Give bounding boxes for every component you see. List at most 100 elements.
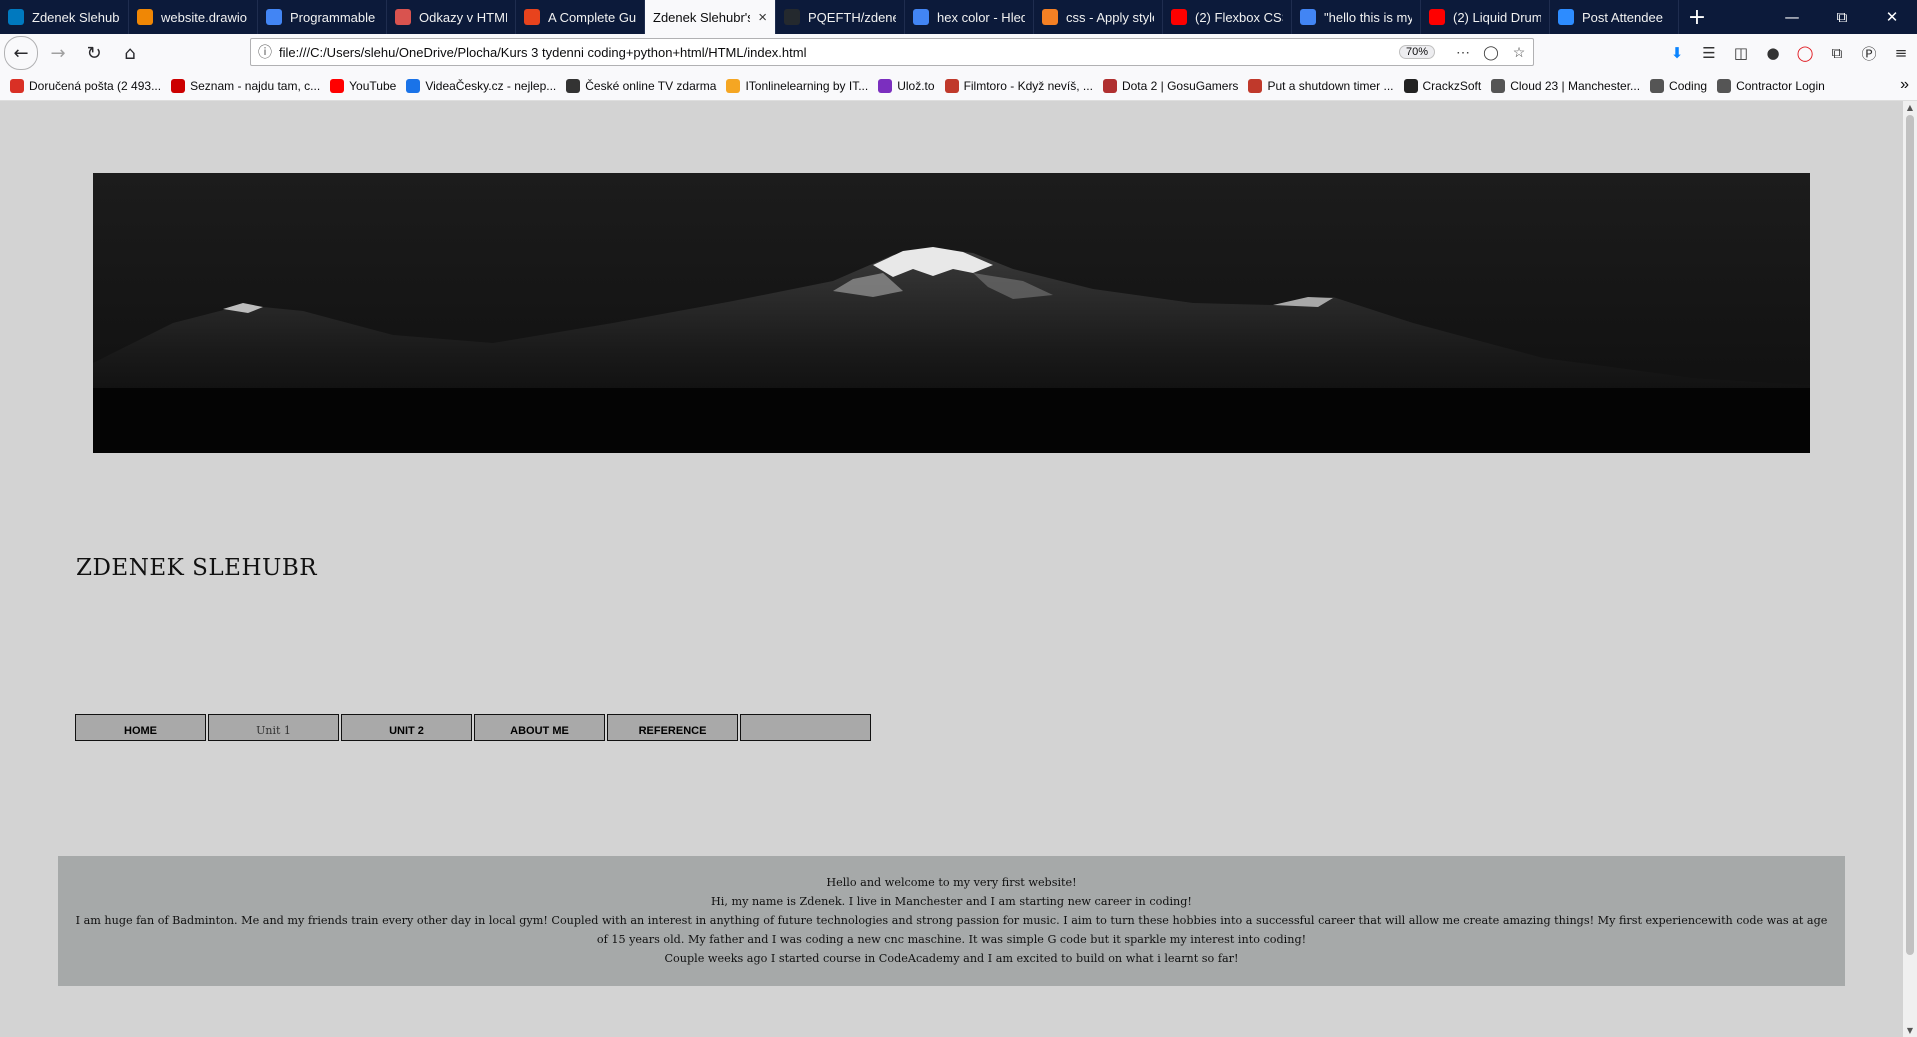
tab-6[interactable]: PQEFTH/zdenek: [776, 0, 905, 34]
bookmark-item[interactable]: YouTube: [330, 79, 396, 93]
home-button[interactable]: ⌂: [114, 37, 146, 69]
pocket-icon[interactable]: ◯: [1477, 44, 1505, 61]
intro-paragraph: Couple weeks ago I started course in Cod…: [664, 952, 1239, 965]
menu-item-5[interactable]: [740, 714, 871, 741]
bookmark-item[interactable]: VideaČesky.cz - nejlep...: [406, 79, 556, 93]
bookmark-item[interactable]: Seznam - najdu tam, c...: [171, 79, 320, 93]
close-window-icon[interactable]: ✕: [1867, 0, 1917, 34]
url-text[interactable]: file:///C:/Users/slehu/OneDrive/Plocha/K…: [279, 45, 1399, 60]
tab-label: A Complete Guid: [548, 9, 636, 25]
bookmark-star-icon[interactable]: ☆: [1505, 44, 1533, 61]
window-controls: — ⧉ ✕: [1767, 0, 1917, 34]
pinterest-icon[interactable]: Ⓟ: [1853, 37, 1885, 69]
tab-5[interactable]: Zdenek Slehubr's ×: [645, 0, 776, 34]
tab-label: Odkazy v HTML: [419, 9, 507, 25]
scroll-down-icon[interactable]: ▼: [1903, 1026, 1917, 1035]
tab-7[interactable]: hex color - Hled: [905, 0, 1034, 34]
menu-icon[interactable]: ≡: [1885, 37, 1917, 69]
new-tab-button[interactable]: +: [1679, 0, 1715, 34]
tab-label: Zdenek Slehubr's: [653, 9, 751, 25]
scrollbar[interactable]: ▲ ▼: [1903, 101, 1917, 1037]
menu-item-1[interactable]: Unit 1: [208, 714, 339, 741]
bookmarks-bar: Doručená pošta (2 493... Seznam - najdu t…: [0, 72, 1917, 101]
tab-0[interactable]: Zdenek Slehubr: [0, 0, 129, 34]
tab-label: (2) Liquid Drum: [1453, 9, 1541, 25]
tab-12[interactable]: Post Attendee: [1550, 0, 1679, 34]
tab-label: Zdenek Slehubr: [32, 9, 120, 25]
bookmark-item[interactable]: Dota 2 | GosuGamers: [1102, 79, 1239, 93]
tab-8[interactable]: css - Apply style: [1034, 0, 1163, 34]
globe-icon: [1717, 79, 1732, 93]
tab-11[interactable]: (2) Liquid Drum: [1421, 0, 1550, 34]
reload-button[interactable]: ↻: [78, 37, 110, 69]
close-tab-icon[interactable]: ×: [758, 9, 767, 26]
url-bar[interactable]: ⓘ file:///C:/Users/slehu/OneDrive/Plocha…: [250, 38, 1534, 66]
tab-9[interactable]: (2) Flexbox CSS: [1163, 0, 1292, 34]
restore-icon[interactable]: ⧉: [1817, 0, 1867, 34]
stackoverflow-icon: [1042, 9, 1058, 25]
tab-list: Zdenek Slehubr website.drawio Programmable…: [0, 0, 1679, 34]
tab-label: website.drawio: [161, 9, 247, 25]
sidebar-icon[interactable]: ◫: [1725, 37, 1757, 69]
library-icon[interactable]: ☰: [1693, 37, 1725, 69]
bookmark-label: Seznam - najdu tam, c...: [190, 79, 321, 93]
bookmark-label: Coding: [1669, 79, 1708, 93]
tab-label: hex color - Hled: [937, 9, 1025, 25]
bookmark-item[interactable]: CrackzSoft: [1403, 79, 1481, 93]
google-icon: [913, 9, 929, 25]
bookmark-item[interactable]: České online TV zdarma: [566, 79, 716, 93]
tv-icon: [566, 79, 581, 93]
chevron-right-icon[interactable]: »: [1900, 76, 1909, 94]
bookmark-label: ITonlinelearning by IT...: [745, 79, 869, 93]
github-icon: [784, 9, 800, 25]
opera-icon[interactable]: ◯: [1789, 37, 1821, 69]
page-icon: [395, 9, 411, 25]
menu-item-4[interactable]: REFERENCE: [607, 714, 738, 741]
tab-label: PQEFTH/zdenek: [808, 9, 896, 25]
scroll-up-icon[interactable]: ▲: [1903, 103, 1917, 112]
zoom-indicator[interactable]: 70%: [1398, 45, 1435, 59]
tab-strip: Zdenek Slehubr website.drawio Programmable…: [0, 0, 1917, 34]
google-icon: [266, 9, 282, 25]
drawio-icon: [137, 9, 153, 25]
zoom-icon: [1558, 9, 1574, 25]
page-actions-icon[interactable]: ⋯: [1449, 44, 1477, 61]
minimize-icon[interactable]: —: [1767, 0, 1817, 34]
tab-10[interactable]: "hello this is my: [1292, 0, 1421, 34]
extension-icon[interactable]: ⧉: [1821, 37, 1853, 69]
scrollbar-thumb[interactable]: [1906, 115, 1914, 955]
downloads-icon[interactable]: ⬇: [1661, 37, 1693, 69]
globe-icon: [1491, 79, 1506, 93]
bookmark-item[interactable]: Doručená pošta (2 493...: [10, 79, 161, 93]
tab-4[interactable]: A Complete Guid: [516, 0, 645, 34]
filmtoro-icon: [944, 79, 959, 93]
bookmark-item[interactable]: ITonlinelearning by IT...: [726, 79, 868, 93]
forward-button[interactable]: →: [42, 37, 74, 69]
tab-2[interactable]: Programmable S: [258, 0, 387, 34]
css-tricks-icon: [524, 9, 540, 25]
bookmark-item[interactable]: Ulož.to: [878, 79, 935, 93]
bookmark-item[interactable]: Contractor Login: [1717, 79, 1825, 93]
bookmark-item[interactable]: Cloud 23 | Manchester...: [1491, 79, 1640, 93]
toolbar-icons: ⬇ ☰ ◫ ● ◯ ⧉ Ⓟ ≡: [1661, 34, 1917, 72]
tab-label: Post Attendee: [1582, 9, 1663, 25]
bookmark-label: Ulož.to: [897, 79, 935, 93]
info-icon[interactable]: ⓘ: [251, 42, 279, 62]
bookmark-item[interactable]: Filmtoro - Když nevíš, ...: [944, 79, 1093, 93]
folder-icon: [1650, 79, 1665, 93]
menu-item-2[interactable]: UNIT 2: [341, 714, 472, 741]
bookmark-item[interactable]: Coding: [1650, 79, 1707, 93]
bookmark-label: Contractor Login: [1736, 79, 1825, 93]
bookmark-label: Dota 2 | GosuGamers: [1121, 79, 1239, 93]
account-icon[interactable]: ●: [1757, 37, 1789, 69]
tab-1[interactable]: website.drawio: [129, 0, 258, 34]
tab-3[interactable]: Odkazy v HTML: [387, 0, 516, 34]
seznam-icon: [171, 79, 186, 93]
bookmark-item[interactable]: Put a shutdown timer ...: [1248, 79, 1394, 93]
crackz-icon: [1403, 79, 1418, 93]
it-icon: [726, 79, 741, 93]
back-button[interactable]: ←: [4, 36, 38, 70]
tab-label: "hello this is my: [1324, 9, 1412, 25]
menu-item-0[interactable]: HOME: [75, 714, 206, 741]
menu-item-3[interactable]: ABOUT ME: [474, 714, 605, 741]
